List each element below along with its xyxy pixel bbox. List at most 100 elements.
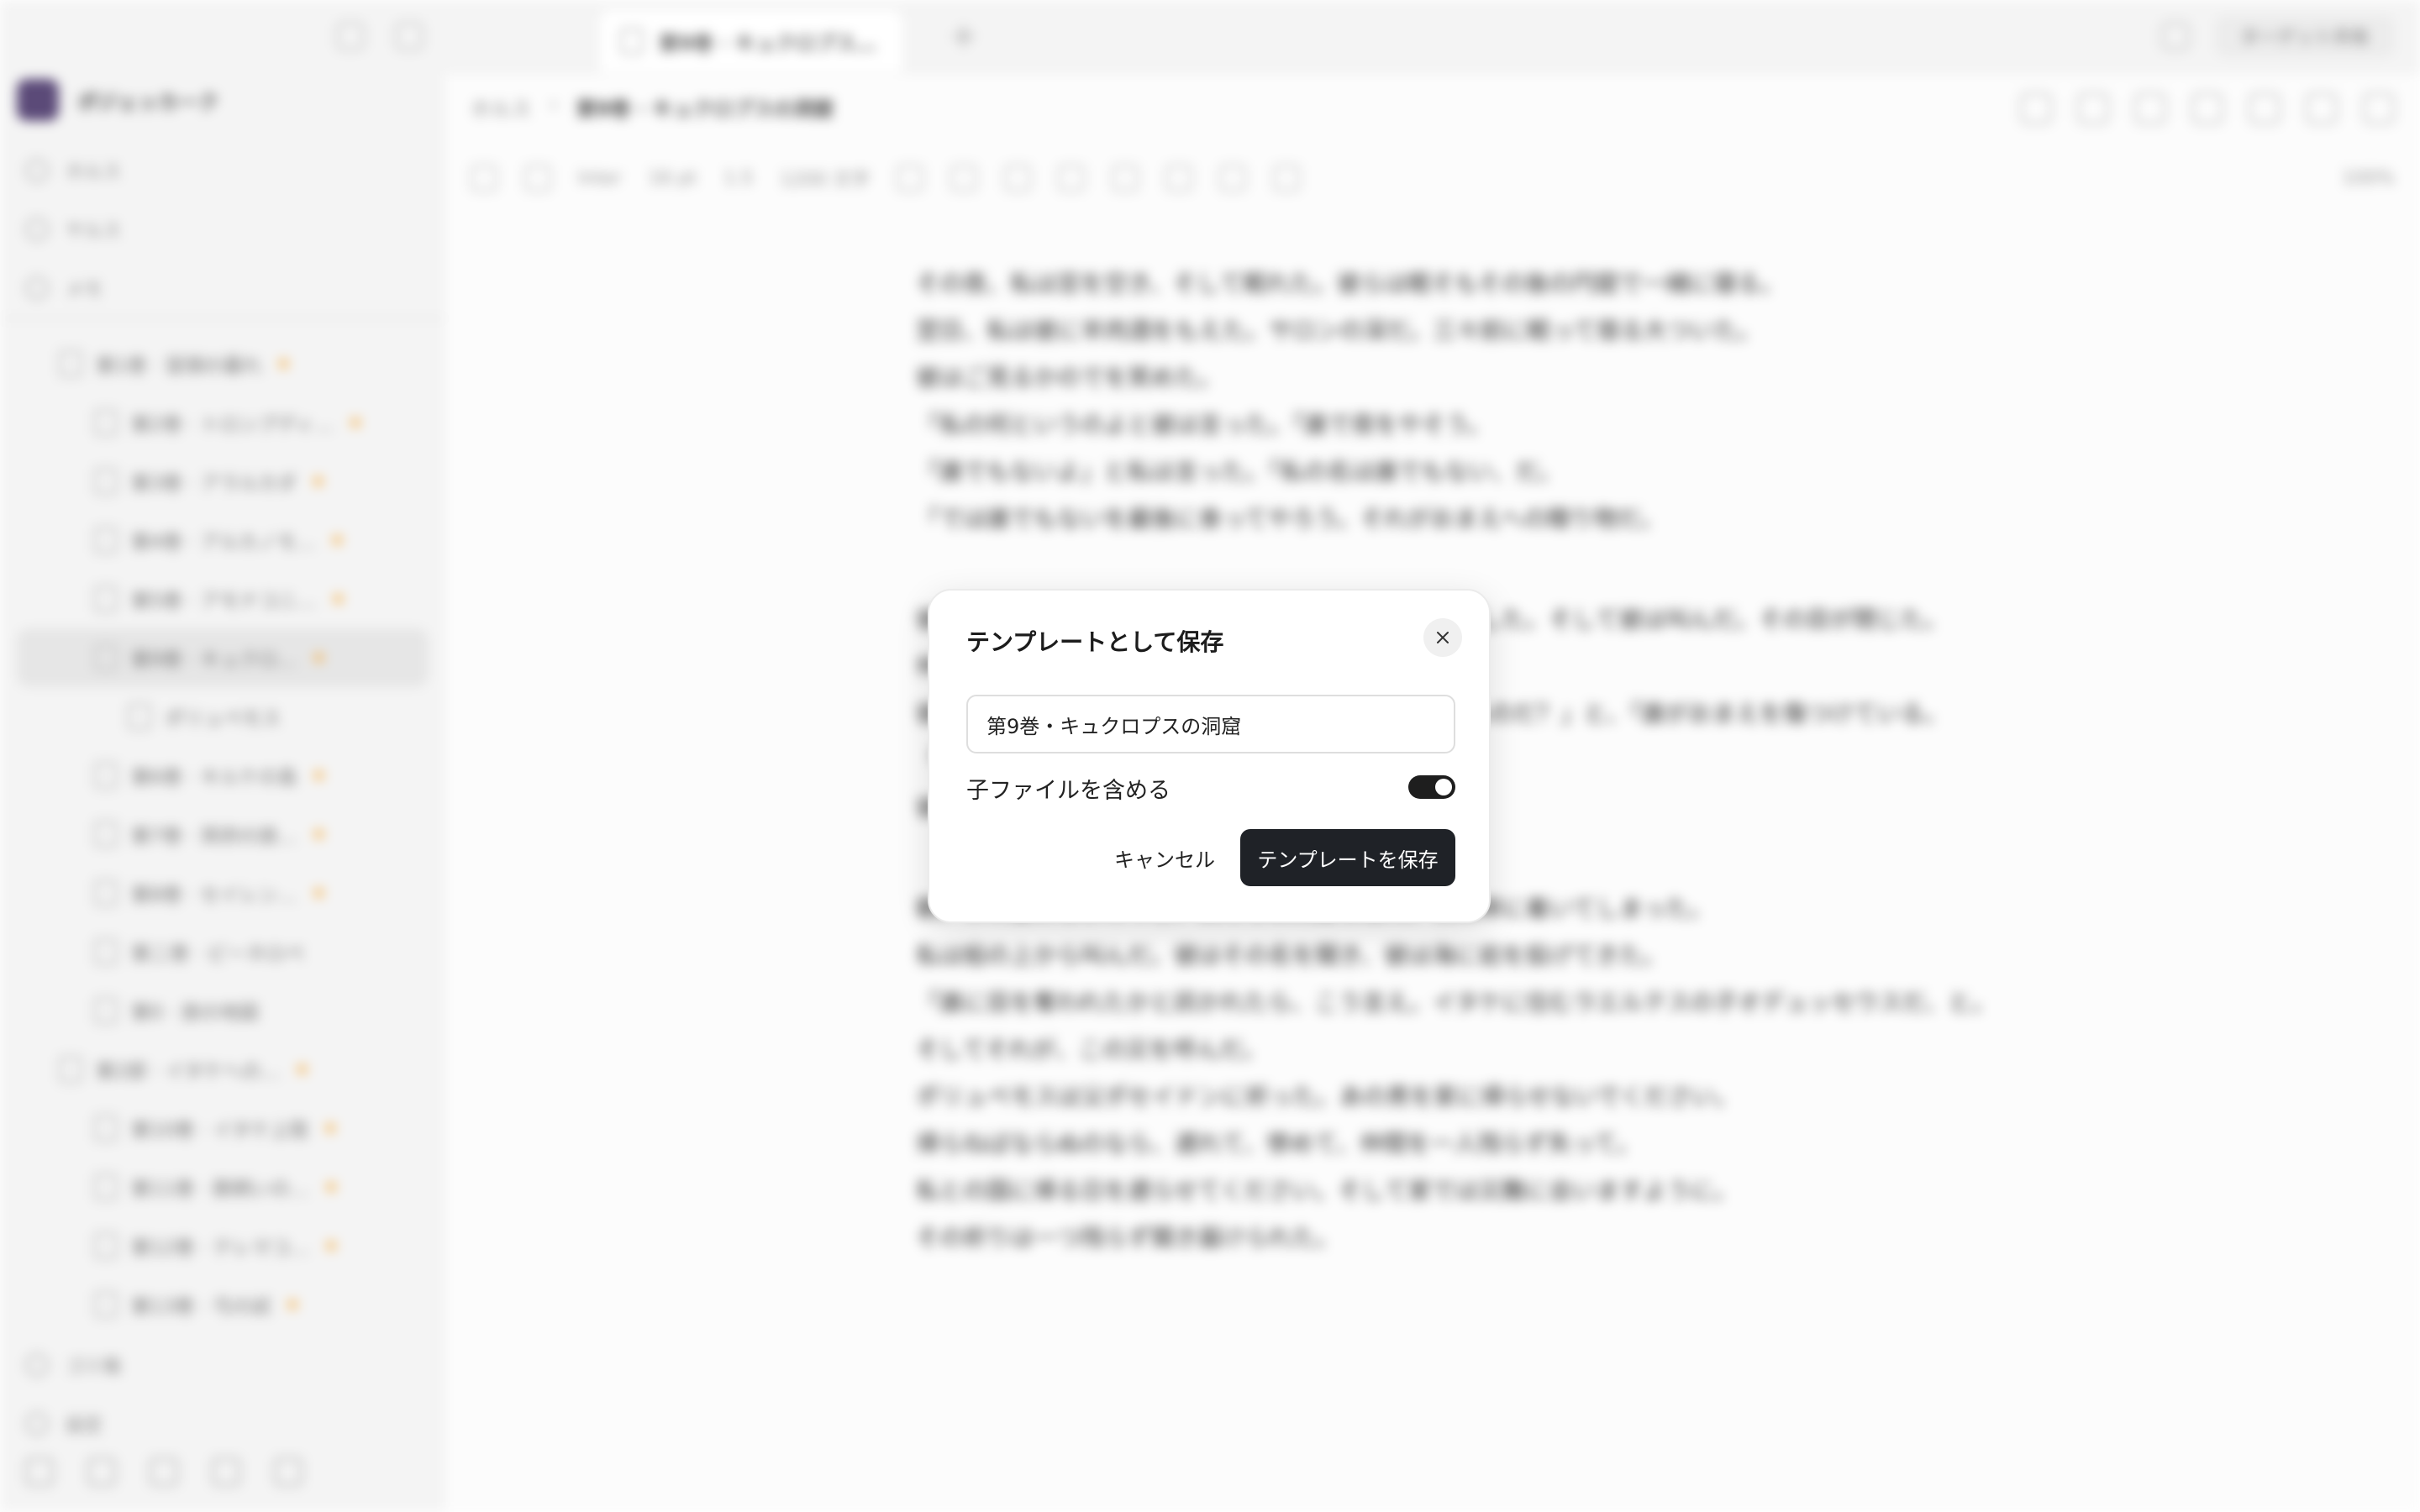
file-tree: 第1巻 · 冒頭の暮れ ★ 第2巻 · トロンプディ… ★ 第3巻 · アラルカダ ★ 第4… [17,334,429,1334]
tree-item[interactable]: 第8巻 · セイレン… ★ [17,864,429,922]
home-icon [25,159,49,182]
document-toolbar [2020,92,2395,124]
trash-item[interactable]: ゴミ箱 [25,1336,121,1394]
workspace-avatar [17,79,59,121]
document-icon [94,585,118,612]
document-icon [94,997,118,1024]
new-tab-icon[interactable]: + [950,17,978,55]
comment-icon[interactable] [2134,92,2166,124]
share-button[interactable]: ターゲット共有 [2214,15,2395,57]
italic-icon[interactable] [950,165,978,192]
document-icon [94,1173,118,1200]
user-icon[interactable] [25,1457,54,1486]
font-style-select[interactable]: Inter [578,168,622,189]
workspace-name: ポジェッカーク [77,90,218,114]
sidebar-bottom-nav: ゴミ箱 設定 [25,1336,121,1453]
tree-item-label: 第6巻 · キルケの島 [131,767,297,789]
dialog-title: テンプレートとして保存 [966,628,1224,656]
cancel-button[interactable]: キャンセル [1089,829,1240,886]
save-template-button[interactable]: テンプレートを保存 [1240,829,1455,886]
link-icon[interactable] [87,1457,116,1486]
table-icon[interactable] [1273,165,1301,192]
sidebar-divider [0,318,445,319]
redo-icon[interactable] [524,165,551,192]
document-line: 私は船の上から叫んだ。彼はその名を聞き、彼は海に岩を投げてきた。 [916,942,1666,969]
tag-icon[interactable] [2249,92,2281,124]
breadcrumb-root[interactable]: ホルス [471,92,531,122]
list-icon[interactable] [1112,165,1139,192]
tree-item[interactable]: 第4巻 · アルカノモ… ★ [17,511,429,570]
zoom-level[interactable]: 100% [2342,168,2395,189]
template-name-input[interactable] [966,695,1455,753]
document-line: 彼はご見るかのでを笑めた。 [916,364,1223,391]
link-icon[interactable] [2306,92,2338,124]
tree-item[interactable]: 第1巻 · 冒頭の暮れ ★ [17,334,429,393]
width-select[interactable]: 1200 文字 [780,165,870,192]
document-icon [94,762,118,789]
star-icon: ★ [323,1235,339,1257]
image-icon[interactable] [1219,165,1247,192]
tree-item[interactable]: 第0 · 旅の地図 [17,981,429,1040]
view-icon[interactable] [2077,92,2109,124]
tree-item[interactable]: 第11巻 · 豚飼いの… ★ [17,1158,429,1216]
history-icon[interactable] [2020,92,2052,124]
star-icon: ★ [293,1058,311,1080]
tree-item[interactable]: 第10巻 · イタケ上陸 ★ [17,1099,429,1158]
bookmark-icon[interactable] [2191,92,2223,124]
tree-item-label: 第10巻 · イタケ上陸 [131,1120,309,1142]
star-icon: ★ [310,647,328,669]
tree-item[interactable]: 第2巻 · トロンプディ… ★ [17,393,429,452]
star-icon: ★ [322,1117,339,1139]
tree-item-label: 第12巻 · テレマコ… [131,1237,310,1259]
sidebar-nav-item[interactable]: ホルス [25,141,420,200]
undo-icon[interactable] [471,165,497,192]
help-icon[interactable] [212,1457,240,1486]
tab-active[interactable]: 第9巻 · キュクロプス… [600,10,902,72]
document-icon [94,1232,118,1259]
sidebar-nav-item[interactable]: ヤルス [25,200,420,259]
star-icon: ★ [347,412,365,433]
sidebar-nav: ホルス ヤルス メモ [25,141,420,318]
document-icon [94,879,118,906]
document-icon [59,350,82,377]
line-spacing-select[interactable]: 1.5 [723,168,753,189]
save-template-dialog: テンプレートとして保存 子ファイルを含める キャンセル テンプレートを保存 [928,589,1491,923]
tree-item[interactable]: 第9巻 · キュクロ… ★ [17,628,429,687]
close-button[interactable] [1423,618,1462,657]
sidebar-nav-item[interactable]: メモ [25,259,420,318]
calendar-icon[interactable] [150,1457,178,1486]
format-toolbar: Inter 16 pt 1.5 1200 文字 100% [471,165,2395,192]
breadcrumb-separator: › [550,92,558,116]
search-icon[interactable] [336,22,365,50]
tree-item[interactable]: 第二巻 · ピーネロペ [17,922,429,981]
tree-item[interactable]: 第12巻 · テレマコ… ★ [17,1216,429,1275]
tree-item[interactable]: 第3巻 · アラルカダ ★ [17,452,429,511]
gear-icon [25,1412,49,1436]
underline-icon[interactable] [1004,165,1032,192]
star-icon: ★ [284,1294,301,1315]
bold-icon[interactable] [897,165,924,192]
tree-item[interactable]: 第7巻 · 冥府の旅… ★ [17,805,429,864]
quote-icon[interactable] [1165,165,1193,192]
strikethrough-icon[interactable] [1058,165,1086,192]
include-children-toggle[interactable] [1408,775,1455,799]
font-size-select[interactable]: 16 pt [649,168,697,189]
settings-item[interactable]: 設定 [25,1394,121,1453]
tree-item[interactable]: 第5巻 · アモナコニ… ★ [17,570,429,628]
layout-icon[interactable] [2160,22,2190,50]
star-icon: ★ [329,588,347,610]
sidebar-toggle-icon[interactable] [395,22,424,50]
document-icon [59,1056,82,1083]
more-icon[interactable] [2363,92,2395,124]
tree-item[interactable]: ポリュペモス [17,687,429,746]
pen-icon[interactable] [274,1457,302,1486]
tree-item-label: 第9巻 · キュクロ… [131,649,297,671]
tree-item[interactable]: 第6巻 · キルケの島 ★ [17,746,429,805]
workspace-switcher[interactable]: ポジェッカーク [17,79,218,121]
star-icon: ★ [329,529,346,551]
note-icon [25,276,49,300]
document-line: 「誰でもないよ」と私は言った。「私の名は誰でもない、だ。 [916,458,1562,486]
tree-item[interactable]: 第2部 · イタケへの… ★ [17,1040,429,1099]
tree-item[interactable]: 第13巻 · 弓の試 ★ [17,1275,429,1334]
tree-item-label: 第11巻 · 豚飼いの… [131,1179,310,1200]
